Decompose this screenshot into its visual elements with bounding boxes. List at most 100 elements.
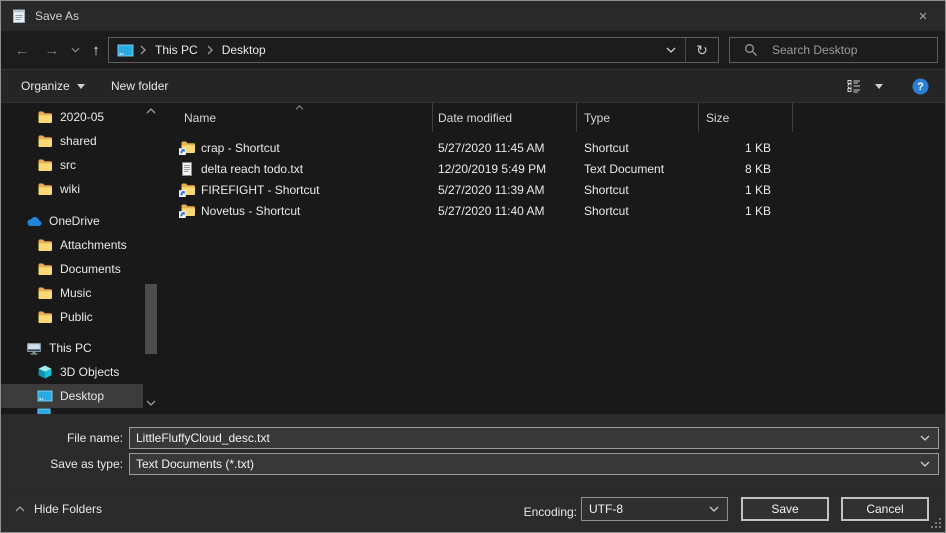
sidebar-item-shared[interactable]: shared xyxy=(1,129,143,153)
address-dropdown-chevron[interactable] xyxy=(657,38,685,62)
save-as-dialog: Save As × ← → ↑ This PC Desktop xyxy=(0,0,946,533)
forward-button[interactable]: → xyxy=(39,31,65,69)
sidebar-item-label: Desktop xyxy=(60,389,104,403)
file-type: Shortcut xyxy=(577,183,699,197)
sidebar-item-label: 3D Objects xyxy=(60,365,119,379)
search-input[interactable] xyxy=(770,42,931,58)
column-headers: Name Date modified Type Size xyxy=(161,103,945,132)
folder-icon xyxy=(37,135,53,147)
sidebar-item-wiki[interactable]: wiki xyxy=(1,177,143,201)
save-as-type-label: Save as type: xyxy=(1,453,123,475)
sidebar-item-desktop[interactable]: Desktop xyxy=(1,384,143,408)
column-header-size[interactable]: Size xyxy=(699,103,793,132)
sidebar-item-this-pc[interactable]: This PC xyxy=(1,336,143,360)
fields-panel: File name: Save as type: Text Documents … xyxy=(1,414,945,489)
column-header-type[interactable]: Type xyxy=(577,103,699,132)
dialog-footer: Hide Folders Encoding: UTF-8 Save Cancel xyxy=(1,489,945,532)
encoding-label: Encoding: xyxy=(501,490,577,533)
breadcrumb-this-pc[interactable]: This PC xyxy=(152,43,201,57)
search-box[interactable] xyxy=(729,37,938,63)
file-row[interactable]: Novetus - Shortcut 5/27/2020 11:40 AM Sh… xyxy=(161,200,945,221)
svg-text:?: ? xyxy=(917,81,924,93)
view-options-chevron[interactable] xyxy=(875,70,883,102)
text-document-icon xyxy=(179,162,195,176)
column-header-date-modified[interactable]: Date modified xyxy=(433,103,577,132)
sidebar-item-src[interactable]: src xyxy=(1,153,143,177)
navigation-pane: 2020-05 shared src wiki OneDrive Attachm… xyxy=(1,103,161,414)
file-name-label: File name: xyxy=(1,427,123,449)
sidebar-item-label: wiki xyxy=(60,182,80,196)
sidebar-item-label: Public xyxy=(60,310,93,324)
breadcrumb-chevron-icon xyxy=(140,45,146,55)
organize-label: Organize xyxy=(21,79,70,93)
sidebar-item-attachments[interactable]: Attachments xyxy=(1,233,143,257)
folder-icon xyxy=(37,183,53,195)
file-list: Name Date modified Type Size crap - Shor… xyxy=(161,103,945,414)
file-size: 1 KB xyxy=(699,204,793,218)
help-icon[interactable]: ? xyxy=(912,70,929,102)
save-as-type-combobox[interactable]: Text Documents (*.txt) xyxy=(129,453,939,475)
scroll-up-icon[interactable] xyxy=(146,108,156,114)
save-button[interactable]: Save xyxy=(741,497,829,521)
sidebar-item-label: This PC xyxy=(49,341,92,355)
chevron-down-icon[interactable] xyxy=(920,435,930,441)
details-view-icon[interactable] xyxy=(847,70,863,102)
computer-icon xyxy=(26,342,42,355)
file-date: 5/27/2020 11:45 AM xyxy=(433,141,577,155)
file-size: 1 KB xyxy=(699,183,793,197)
sidebar-item-label: Music xyxy=(60,286,91,300)
sort-ascending-icon xyxy=(295,105,304,110)
file-type: Shortcut xyxy=(577,204,699,218)
breadcrumb-chevron-icon xyxy=(207,45,213,55)
address-bar[interactable]: This PC Desktop ↻ xyxy=(108,37,719,63)
file-date: 5/27/2020 11:39 AM xyxy=(433,183,577,197)
file-size: 1 KB xyxy=(699,141,793,155)
sidebar-scrollbar[interactable] xyxy=(143,103,159,414)
sidebar-item-public[interactable]: Public xyxy=(1,305,143,329)
sidebar-item-label: Documents xyxy=(60,262,121,276)
sidebar-item-2020-05[interactable]: 2020-05 xyxy=(1,105,143,129)
chevron-down-icon xyxy=(709,506,719,512)
search-icon xyxy=(744,43,758,57)
file-row[interactable]: crap - Shortcut 5/27/2020 11:45 AM Short… xyxy=(161,137,945,158)
file-row[interactable]: delta reach todo.txt 12/20/2019 5:49 PM … xyxy=(161,158,945,179)
encoding-value: UTF-8 xyxy=(582,502,709,516)
sidebar-item-label: shared xyxy=(60,134,97,148)
sidebar-item-3d-objects[interactable]: 3D Objects xyxy=(1,360,143,384)
sidebar-item-label: 2020-05 xyxy=(60,110,104,124)
organize-button[interactable]: Organize xyxy=(21,70,85,102)
new-folder-label: New folder xyxy=(111,79,168,93)
folder-shortcut-icon xyxy=(179,204,195,218)
file-name-input[interactable] xyxy=(130,430,920,446)
resize-grip[interactable] xyxy=(931,518,941,528)
file-row[interactable]: FIREFIGHT - Shortcut 5/27/2020 11:39 AM … xyxy=(161,179,945,200)
up-button[interactable]: ↑ xyxy=(85,31,107,69)
new-folder-button[interactable]: New folder xyxy=(111,70,168,102)
chevron-down-icon[interactable] xyxy=(920,461,930,467)
navigation-bar: ← → ↑ This PC Desktop ↻ xyxy=(1,31,945,69)
main-area: 2020-05 shared src wiki OneDrive Attachm… xyxy=(1,103,945,414)
sidebar-item-music[interactable]: Music xyxy=(1,281,143,305)
desktop-icon xyxy=(37,390,53,402)
scroll-down-icon[interactable] xyxy=(146,400,156,406)
sidebar-item-label: OneDrive xyxy=(49,214,100,228)
sidebar-item-documents[interactable]: Documents xyxy=(1,257,143,281)
hide-folders-button[interactable]: Hide Folders xyxy=(15,502,102,516)
folder-shortcut-icon xyxy=(179,141,195,155)
encoding-combobox[interactable]: UTF-8 xyxy=(581,497,728,521)
back-button[interactable]: ← xyxy=(9,31,35,69)
file-name: delta reach todo.txt xyxy=(201,162,303,176)
file-type: Text Document xyxy=(577,162,699,176)
folder-icon xyxy=(37,311,53,323)
file-name-combobox[interactable] xyxy=(129,427,939,449)
sidebar-item-onedrive[interactable]: OneDrive xyxy=(1,209,143,233)
save-as-type-value: Text Documents (*.txt) xyxy=(130,457,920,471)
cube-3d-icon xyxy=(37,365,53,379)
close-button[interactable]: × xyxy=(901,1,945,31)
refresh-button[interactable]: ↻ xyxy=(686,38,718,62)
recent-locations-chevron[interactable] xyxy=(67,31,83,69)
breadcrumb-desktop[interactable]: Desktop xyxy=(219,43,269,57)
cancel-button[interactable]: Cancel xyxy=(841,497,929,521)
scrollbar-thumb[interactable] xyxy=(145,284,157,354)
sidebar-item-label: src xyxy=(60,158,76,172)
